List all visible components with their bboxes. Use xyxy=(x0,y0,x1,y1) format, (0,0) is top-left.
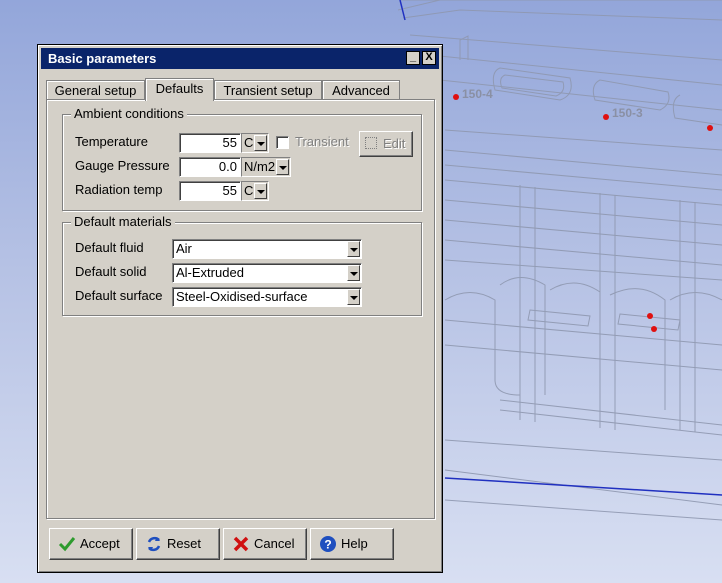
edit-icon xyxy=(365,137,377,149)
default-surface-value: Steel-Oxidised-surface xyxy=(176,289,308,304)
edit-label: Edit xyxy=(383,136,406,151)
tab-transient-setup[interactable]: Transient setup xyxy=(214,80,322,100)
point-label-150-3: 150-3 xyxy=(612,106,643,120)
default-solid-label: Default solid xyxy=(75,264,147,279)
default-surface-select[interactable]: Steel-Oxidised-surface xyxy=(172,287,362,307)
chevron-down-icon[interactable] xyxy=(347,265,360,281)
close-icon: X xyxy=(425,51,433,63)
chevron-down-icon[interactable] xyxy=(276,159,289,175)
tab-defaults[interactable]: Defaults xyxy=(145,78,214,101)
temperature-unit-select[interactable]: C xyxy=(241,133,269,153)
cancel-label: Cancel xyxy=(254,536,295,551)
edit-button[interactable]: Edit xyxy=(359,131,413,157)
transient-label: Transient xyxy=(295,134,349,149)
tab-advanced[interactable]: Advanced xyxy=(322,80,400,100)
ambient-conditions-group: Ambient conditions Temperature 55 C Tran… xyxy=(62,106,422,211)
defaults-panel: Ambient conditions Temperature 55 C Tran… xyxy=(46,99,435,519)
chevron-down-icon[interactable] xyxy=(347,289,360,305)
radiation-temp-unit-select[interactable]: C xyxy=(241,181,269,201)
marker-points xyxy=(453,94,713,332)
minimize-button[interactable]: _ xyxy=(406,51,420,65)
dialog-title: Basic parameters xyxy=(48,51,157,66)
title-bar[interactable]: Basic parameters _ X xyxy=(41,48,439,69)
chevron-down-icon[interactable] xyxy=(254,135,267,151)
default-surface-label: Default surface xyxy=(75,288,163,303)
checkmark-icon xyxy=(58,537,76,552)
gauge-pressure-unit-select[interactable]: N/m2 xyxy=(241,157,291,177)
basic-parameters-dialog: Basic parameters _ X General setup Defau… xyxy=(37,44,443,573)
default-fluid-label: Default fluid xyxy=(75,240,144,255)
ambient-conditions-title: Ambient conditions xyxy=(71,106,187,122)
default-solid-select[interactable]: Al-Extruded xyxy=(172,263,362,283)
radiation-temp-unit-value: C xyxy=(244,183,254,198)
close-button[interactable]: X xyxy=(422,51,436,65)
reset-label: Reset xyxy=(167,536,201,551)
transient-checkbox[interactable] xyxy=(276,136,289,149)
reset-icon xyxy=(147,536,161,552)
default-fluid-select[interactable]: Air xyxy=(172,239,362,259)
accept-button[interactable]: Accept xyxy=(49,528,133,560)
help-button[interactable]: ? Help xyxy=(310,528,394,560)
chevron-down-icon[interactable] xyxy=(254,183,267,199)
default-fluid-value: Air xyxy=(176,241,192,256)
radiation-temp-input[interactable]: 55 xyxy=(179,181,241,201)
reset-button[interactable]: Reset xyxy=(136,528,220,560)
point-label-150-4: 150-4 xyxy=(462,87,493,101)
temperature-label: Temperature xyxy=(75,134,148,149)
gauge-pressure-label: Gauge Pressure xyxy=(75,158,170,173)
accept-label: Accept xyxy=(80,536,120,551)
cancel-x-icon xyxy=(233,536,249,552)
default-materials-title: Default materials xyxy=(71,214,175,230)
chevron-down-icon[interactable] xyxy=(347,241,360,257)
radiation-temp-label: Radiation temp xyxy=(75,182,163,197)
tab-general-setup[interactable]: General setup xyxy=(46,80,145,100)
temperature-input[interactable]: 55 xyxy=(179,133,241,153)
help-icon: ? xyxy=(320,536,336,552)
default-materials-group: Default materials Default fluid Air Defa… xyxy=(62,214,422,316)
minimize-icon: _ xyxy=(409,51,417,63)
gauge-pressure-unit-value: N/m2 xyxy=(244,159,276,174)
help-label: Help xyxy=(341,536,368,551)
default-solid-value: Al-Extruded xyxy=(176,265,244,280)
temperature-unit-value: C xyxy=(244,135,254,150)
cancel-button[interactable]: Cancel xyxy=(223,528,307,560)
gauge-pressure-input[interactable]: 0.0 xyxy=(179,157,241,177)
svg-text:?: ? xyxy=(324,538,331,552)
